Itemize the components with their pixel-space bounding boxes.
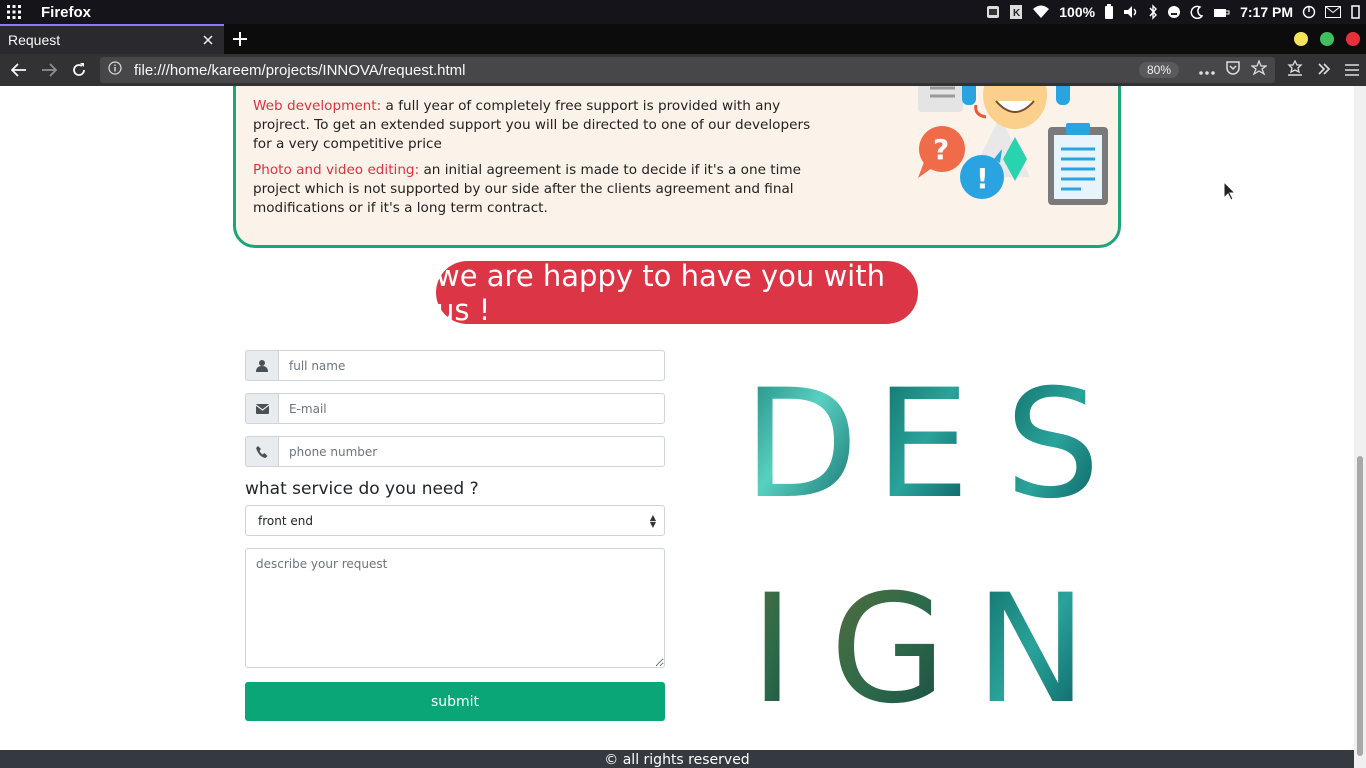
photo-title: Photo and video editing: bbox=[253, 162, 420, 178]
logout-icon[interactable] bbox=[1350, 5, 1360, 19]
page-actions-icon[interactable] bbox=[1199, 62, 1215, 79]
maximize-window-button[interactable] bbox=[1320, 32, 1334, 46]
emoji-icon[interactable] bbox=[1167, 5, 1181, 19]
browser-tab-strip: Request bbox=[0, 24, 1366, 54]
plus-icon bbox=[233, 32, 247, 46]
url-text[interactable]: file:///home/kareem/projects/INNOVA/requ… bbox=[134, 62, 1139, 79]
design-letter-e: E bbox=[875, 366, 970, 532]
svg-text:!: ! bbox=[976, 162, 989, 195]
mouse-cursor-icon bbox=[1223, 181, 1237, 201]
email-input[interactable] bbox=[278, 393, 665, 424]
happy-banner: we are happy to have you with us ! bbox=[436, 259, 918, 327]
bookmark-star-icon[interactable] bbox=[1250, 59, 1268, 80]
web-dev-paragraph: Web development: a full year of complete… bbox=[253, 97, 813, 154]
active-app-name[interactable]: Firefox bbox=[41, 4, 91, 21]
library-icon[interactable] bbox=[1287, 59, 1303, 80]
design-letter-i: I bbox=[750, 563, 794, 706]
wifi-icon[interactable] bbox=[1032, 5, 1050, 19]
menu-icon[interactable] bbox=[1345, 61, 1359, 80]
info-icon[interactable] bbox=[108, 61, 122, 79]
reload-button[interactable] bbox=[64, 56, 94, 84]
svg-text:?: ? bbox=[933, 133, 949, 166]
volume-icon[interactable] bbox=[1123, 5, 1139, 19]
design-letter-d: D bbox=[743, 366, 859, 532]
design-letter-g: G bbox=[830, 563, 946, 706]
support-info-text: Web development: a full year of complete… bbox=[253, 97, 813, 225]
email-group bbox=[245, 393, 665, 424]
design-letter-n: N bbox=[975, 563, 1087, 706]
minimize-window-button[interactable] bbox=[1294, 32, 1308, 46]
design-text-art: D E S I G N bbox=[743, 366, 1100, 706]
tab-title: Request bbox=[8, 32, 61, 48]
design-letter-s: S bbox=[1005, 366, 1100, 532]
phone-icon bbox=[245, 436, 278, 467]
back-button[interactable] bbox=[4, 56, 34, 84]
apps-grid-icon[interactable] bbox=[0, 5, 28, 19]
support-info-card: Web development: a full year of complete… bbox=[233, 86, 1121, 248]
new-tab-button[interactable] bbox=[224, 24, 256, 54]
coffee-icon[interactable] bbox=[1213, 5, 1231, 19]
bluetooth-icon[interactable] bbox=[1148, 4, 1158, 20]
request-form: what service do you need ? front end ▲▼ … bbox=[245, 350, 665, 721]
page-footer: © all rights reserved bbox=[0, 750, 1354, 768]
navigation-toolbar: file:///home/kareem/projects/INNOVA/requ… bbox=[0, 54, 1366, 86]
service-selected-value: front end bbox=[258, 513, 313, 528]
tab-request[interactable]: Request bbox=[0, 24, 224, 54]
svg-text:K: K bbox=[1013, 8, 1021, 19]
back-icon bbox=[11, 63, 26, 77]
request-description-textarea[interactable] bbox=[245, 548, 665, 668]
service-select[interactable]: front end ▲ ▼ bbox=[245, 505, 665, 536]
page-scrollbar[interactable] bbox=[1354, 86, 1366, 768]
os-top-bar: Firefox K 100% 7:17 PM bbox=[0, 0, 1366, 24]
select-caret-icon: ▲ ▼ bbox=[649, 513, 656, 529]
battery-icon[interactable] bbox=[1104, 4, 1114, 20]
address-bar[interactable]: file:///home/kareem/projects/INNOVA/requ… bbox=[100, 57, 1275, 83]
service-label: what service do you need ? bbox=[245, 479, 479, 499]
battery-percentage: 100% bbox=[1059, 4, 1096, 20]
pocket-icon[interactable] bbox=[1225, 60, 1241, 80]
photo-paragraph: Photo and video editing: an initial agre… bbox=[253, 161, 813, 218]
tray-app-icon[interactable] bbox=[986, 5, 1000, 19]
support-illustration: ? ! bbox=[918, 86, 1108, 205]
phone-group bbox=[245, 436, 665, 467]
user-icon bbox=[245, 350, 278, 381]
page-viewport: Web development: a full year of complete… bbox=[0, 86, 1354, 768]
forward-button[interactable] bbox=[34, 56, 64, 84]
scrollbar-thumb[interactable] bbox=[1357, 456, 1363, 756]
close-window-button[interactable] bbox=[1346, 32, 1360, 46]
phone-input[interactable] bbox=[278, 436, 665, 467]
mail-icon[interactable] bbox=[1325, 6, 1341, 18]
power-icon[interactable] bbox=[1302, 5, 1316, 19]
clock-time[interactable]: 7:17 PM bbox=[1240, 4, 1293, 20]
envelope-icon bbox=[245, 393, 278, 424]
submit-button[interactable]: submit bbox=[245, 682, 665, 721]
tray-k-icon[interactable]: K bbox=[1009, 4, 1023, 20]
overflow-chevron-icon[interactable] bbox=[1317, 61, 1331, 80]
full-name-input[interactable] bbox=[278, 350, 665, 381]
night-mode-icon[interactable] bbox=[1190, 5, 1204, 19]
web-dev-title: Web development: bbox=[253, 98, 382, 114]
forward-icon bbox=[42, 63, 57, 77]
close-tab-icon[interactable] bbox=[200, 32, 216, 48]
full-name-group bbox=[245, 350, 665, 381]
zoom-level-badge[interactable]: 80% bbox=[1138, 62, 1179, 78]
reload-icon bbox=[73, 63, 85, 76]
